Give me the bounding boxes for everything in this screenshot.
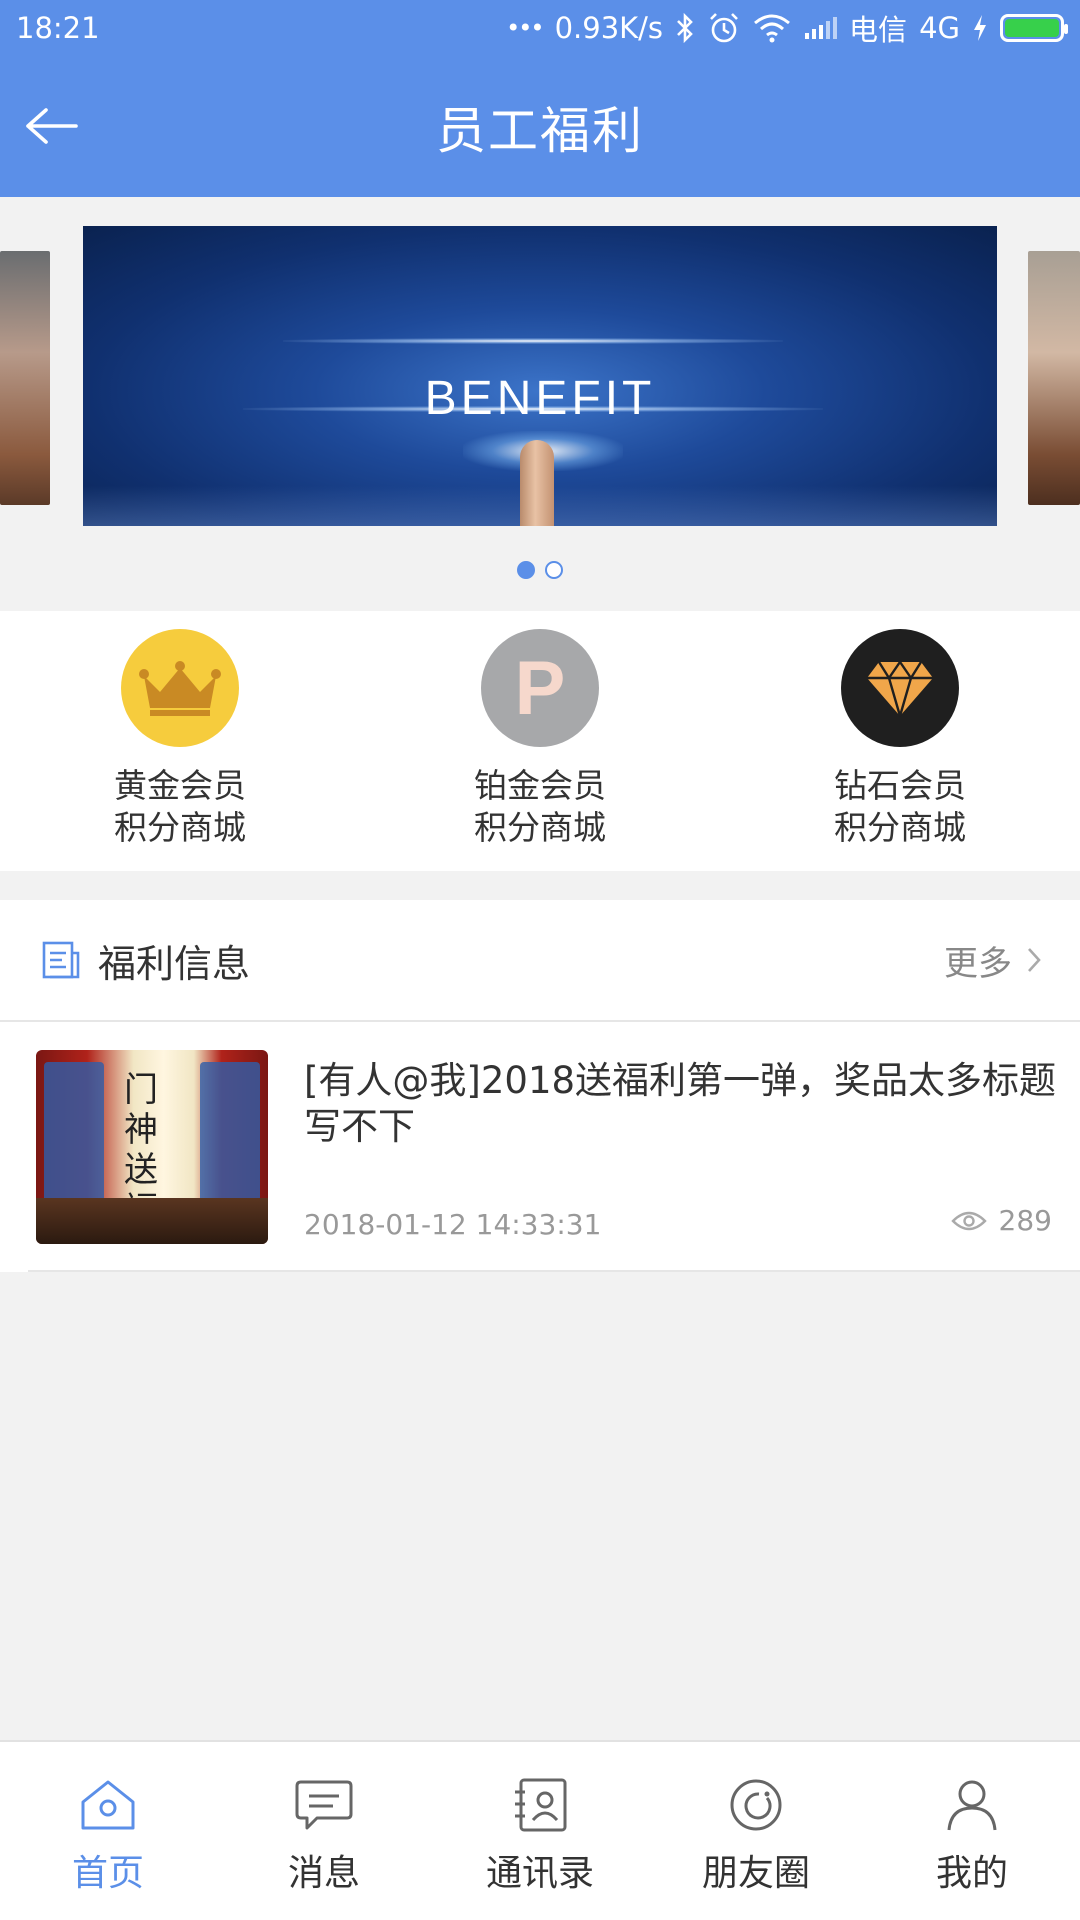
eye-icon (950, 1211, 987, 1230)
banner-glow-line (283, 338, 783, 344)
carousel-dot-2[interactable] (545, 561, 563, 579)
banner-text: BENEFIT (424, 372, 656, 425)
news-date: 2018-01-12 14:33:31 (304, 1208, 602, 1241)
platinum-badge: P (481, 629, 599, 747)
section-header: 福利信息 更多 (0, 900, 1080, 1022)
carousel-indicator (0, 561, 1080, 579)
platinum-member-title: 铂金会员 (474, 766, 606, 805)
battery-icon (1000, 14, 1068, 42)
back-button[interactable] (22, 96, 82, 156)
prev-slide-preview[interactable] (0, 251, 50, 505)
moments-icon (730, 1779, 782, 1831)
news-item[interactable]: 门神送福 [有人@我]2018送福利第一弹，奖品太多标题写不下 2018-01-… (28, 1022, 1080, 1272)
header: 员工福利 (0, 56, 1080, 197)
p-letter-icon: P (514, 645, 566, 731)
gold-member-title: 黄金会员 (114, 766, 246, 805)
page-title: 员工福利 (436, 101, 644, 160)
gold-member-subtitle: 积分商城 (114, 808, 246, 847)
tab-contacts-label: 通讯录 (485, 1853, 594, 1894)
signal-icon (803, 8, 838, 48)
banner-slide[interactable]: BENEFIT (83, 226, 997, 526)
chevron-right-icon (1028, 948, 1041, 972)
view-count: 289 (998, 1204, 1052, 1237)
wifi-icon (753, 8, 791, 48)
tab-profile[interactable]: 我的 (864, 1742, 1080, 1920)
tab-moments-label: 朋友圈 (701, 1853, 810, 1894)
tab-messages[interactable]: 消息 (216, 1742, 432, 1920)
tab-contacts[interactable]: 通讯录 (432, 1742, 648, 1920)
banner-carousel[interactable]: BENEFIT (0, 197, 1080, 611)
net-speed: 0.93K/s (554, 11, 664, 45)
status-time: 18:21 (16, 11, 100, 45)
diamond-member-subtitle: 积分商城 (834, 808, 966, 847)
thumbnail-floor (36, 1198, 268, 1244)
status-dots: ••• (506, 14, 544, 42)
door-god-left (44, 1062, 104, 1202)
tab-moments[interactable]: 朋友圈 (648, 1742, 864, 1920)
message-icon (295, 1780, 353, 1830)
gold-badge (121, 629, 239, 747)
news-title: [有人@我]2018送福利第一弹，奖品太多标题写不下 (304, 1059, 1057, 1148)
benefit-info-section: 福利信息 更多 门神送福 [有人@我]2018送福利第一弹，奖品太多标题写不下 … (0, 900, 1080, 1272)
platinum-member-subtitle: 积分商城 (474, 808, 606, 847)
section-title: 福利信息 (98, 941, 251, 986)
banner-finger (520, 440, 554, 526)
tab-home-label: 首页 (71, 1853, 144, 1894)
crown-icon (139, 661, 221, 716)
diamond-icon (867, 659, 933, 717)
tab-profile-label: 我的 (935, 1853, 1008, 1894)
more-label: 更多 (944, 943, 1012, 984)
membership-row: 黄金会员 积分商城 P 铂金会员 积分商城 钻石会员 积分商城 (0, 611, 1080, 871)
carrier: 电信 (849, 13, 908, 47)
bluetooth-icon (675, 8, 695, 48)
platinum-member-shop[interactable]: P 铂金会员 积分商城 (360, 611, 720, 871)
document-icon (42, 941, 80, 979)
door-god-right (200, 1062, 260, 1202)
contacts-icon (515, 1778, 567, 1832)
charging-icon (972, 8, 988, 48)
network-type: 4G (919, 11, 960, 45)
home-icon (81, 1780, 135, 1830)
profile-icon (947, 1780, 997, 1831)
diamond-badge (841, 629, 959, 747)
status-indicators: ••• 0.93K/s 电信 4G (506, 7, 1068, 49)
news-views: 289 (950, 1204, 1052, 1237)
top-bar: 18:21 ••• 0.93K/s 电信 4G 员工福利 (0, 0, 1080, 197)
diamond-member-shop[interactable]: 钻石会员 积分商城 (720, 611, 1080, 871)
diamond-member-title: 钻石会员 (834, 766, 966, 805)
gold-member-shop[interactable]: 黄金会员 积分商城 (0, 611, 360, 871)
bottom-tab-bar: 首页 消息 通讯录 朋友圈 我的 (0, 1740, 1080, 1920)
status-bar: 18:21 ••• 0.93K/s 电信 4G (0, 0, 1080, 56)
more-link[interactable]: 更多 (944, 936, 1042, 985)
alarm-icon (707, 8, 741, 48)
app-screen: 18:21 ••• 0.93K/s 电信 4G 员工福利 BENEFIT 黄金会… (0, 0, 1080, 1920)
carousel-dot-1[interactable] (517, 561, 535, 579)
next-slide-preview[interactable] (1028, 251, 1080, 505)
tab-home[interactable]: 首页 (0, 1742, 216, 1920)
news-thumbnail: 门神送福 (36, 1050, 268, 1244)
tab-messages-label: 消息 (287, 1853, 360, 1894)
arrow-left-icon (26, 108, 78, 144)
